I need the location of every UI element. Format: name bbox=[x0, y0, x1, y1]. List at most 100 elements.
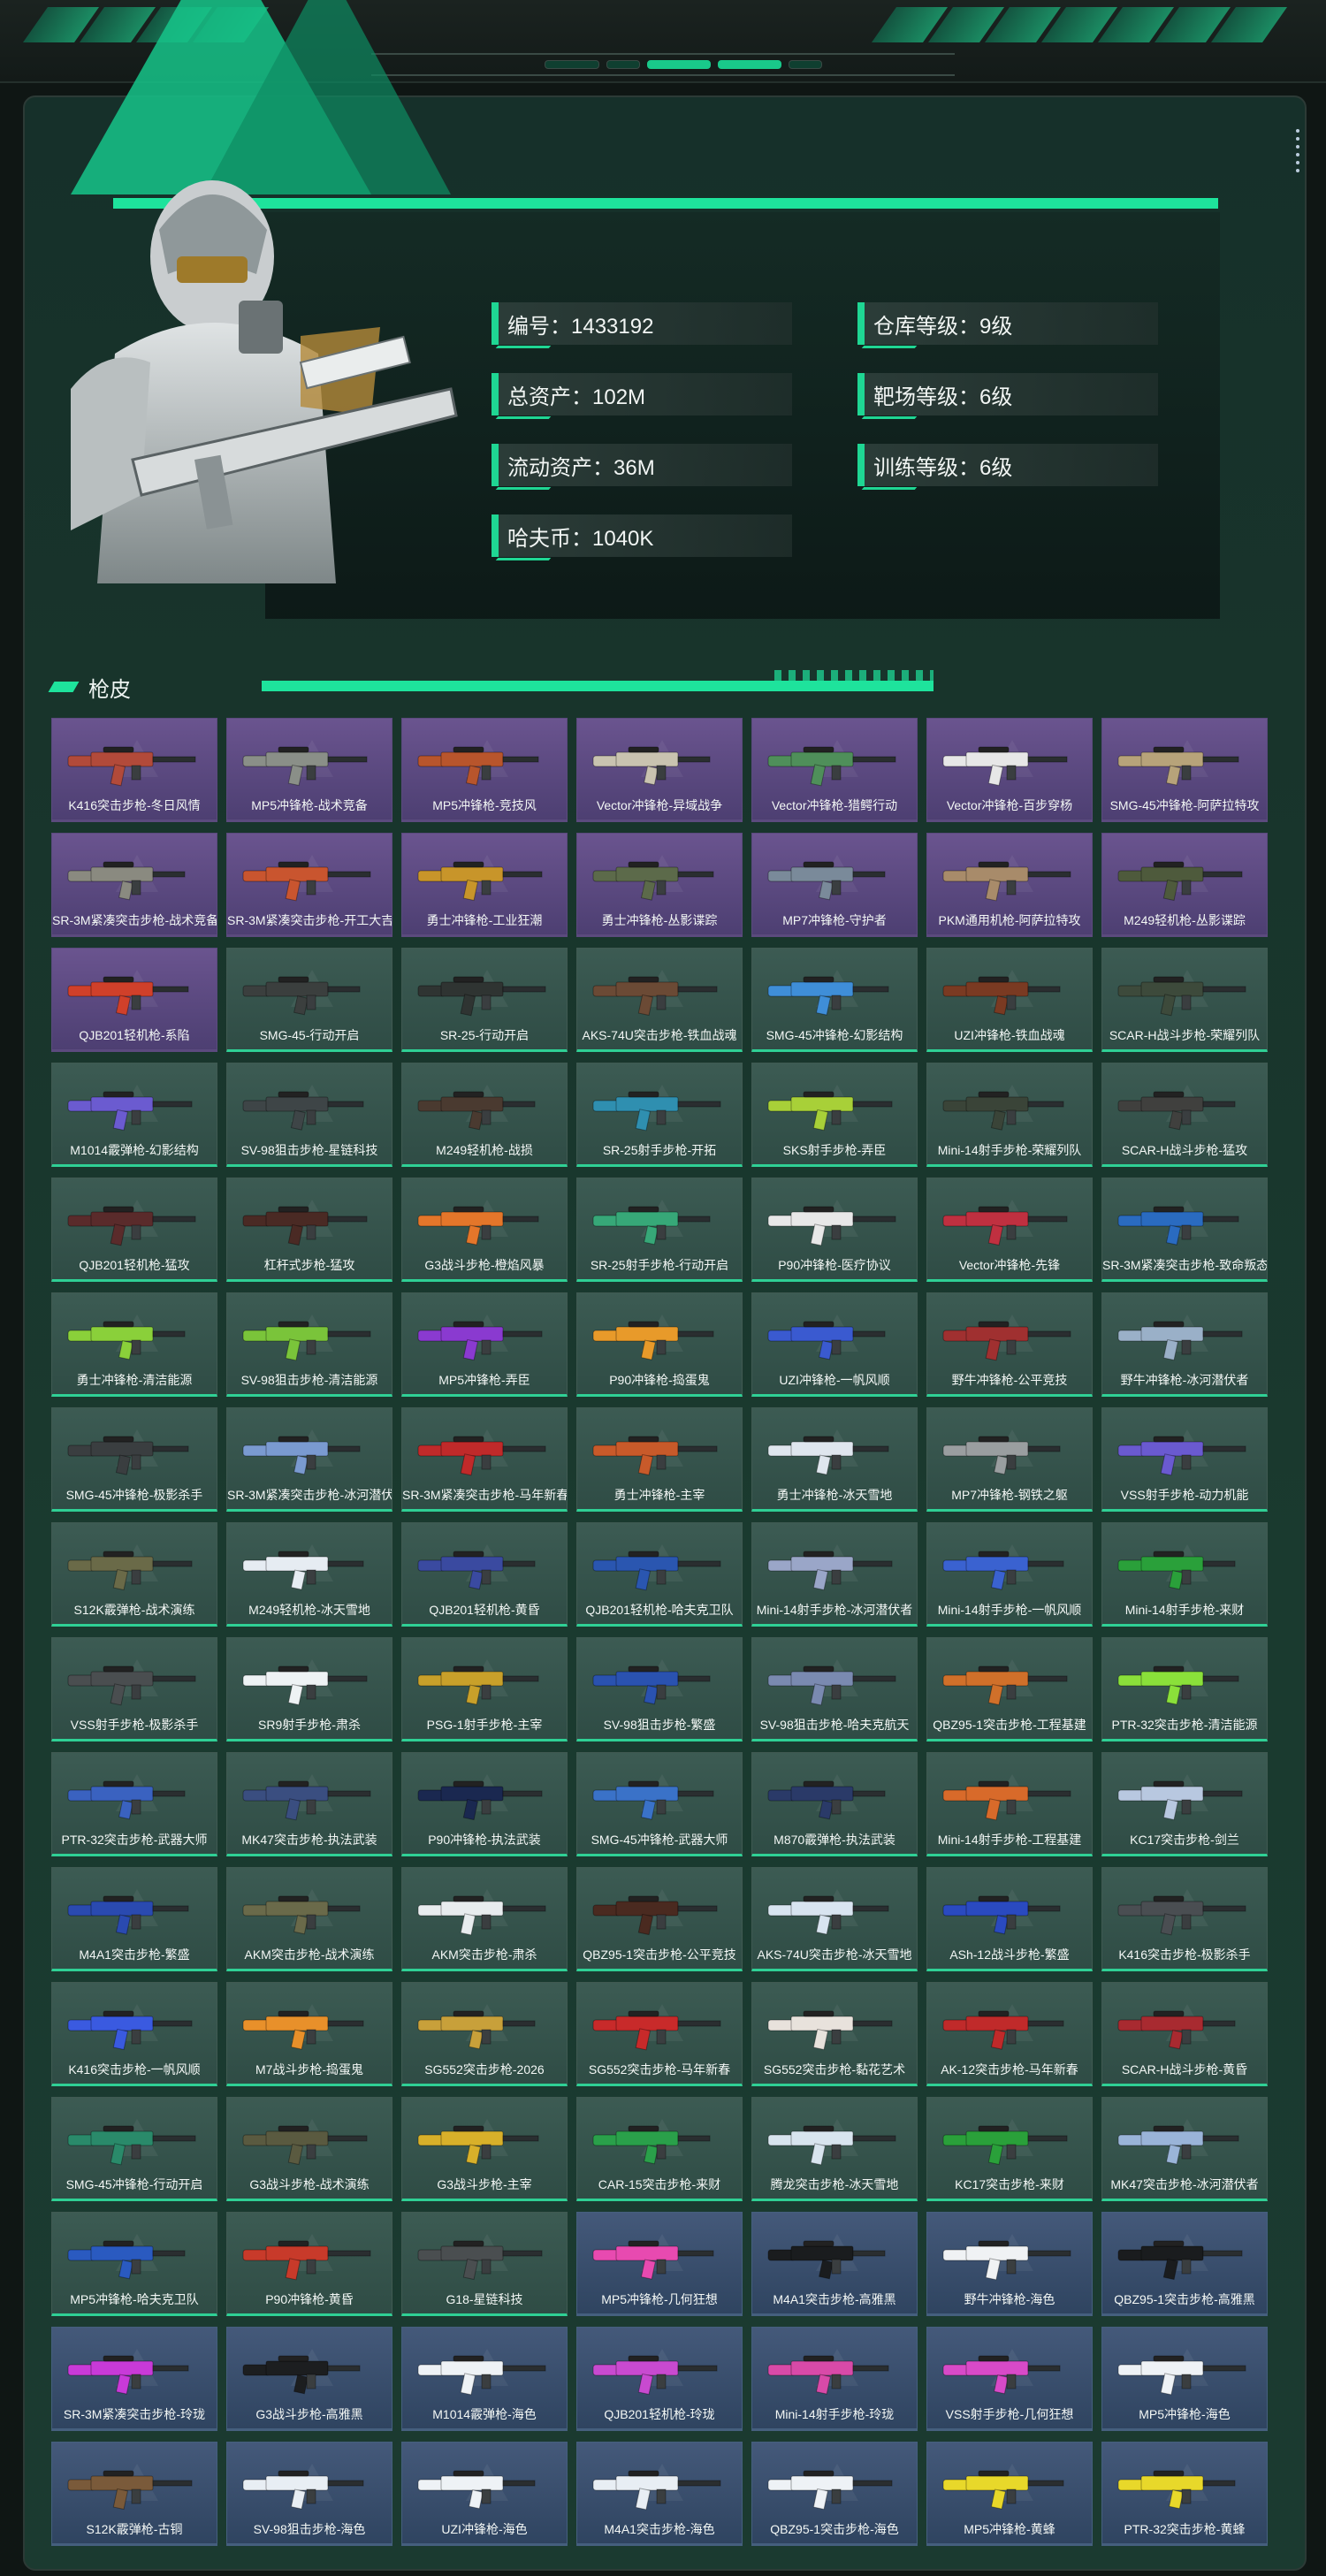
skin-card[interactable]: SR-3M紧凑突击步枪-致命叛态 bbox=[1101, 1177, 1268, 1282]
skin-card[interactable]: 勇士冲锋枪-工业狂潮 bbox=[401, 833, 568, 937]
skin-card[interactable]: S12K霰弹枪-古铜 bbox=[51, 2442, 217, 2546]
skin-card[interactable]: G3战斗步枪-战术演练 bbox=[226, 2097, 392, 2201]
skin-card[interactable]: S12K霰弹枪-战术演练 bbox=[51, 1522, 217, 1627]
skin-card[interactable]: M4A1突击步枪-海色 bbox=[576, 2442, 743, 2546]
skin-card[interactable]: MP7冲锋枪-钢铁之躯 bbox=[926, 1407, 1093, 1512]
skin-card[interactable]: Vector冲锋枪-先锋 bbox=[926, 1177, 1093, 1282]
skin-card[interactable]: M4A1突击步枪-繁盛 bbox=[51, 1867, 217, 1971]
skin-card[interactable]: M1014霰弹枪-幻影结构 bbox=[51, 1063, 217, 1167]
skin-card[interactable]: SMG-45冲锋枪-阿萨拉特攻 bbox=[1101, 718, 1268, 822]
skin-card[interactable]: 野牛冲锋枪-公平竞技 bbox=[926, 1292, 1093, 1397]
skin-card[interactable]: G18-星链科技 bbox=[401, 2212, 568, 2316]
skin-card[interactable]: AK-12突击步枪-马年新春 bbox=[926, 1982, 1093, 2086]
skin-card[interactable]: CAR-15突击步枪-来财 bbox=[576, 2097, 743, 2201]
skin-card[interactable]: 勇士冲锋枪-丛影谍踪 bbox=[576, 833, 743, 937]
skin-card[interactable]: Mini-14射手步枪-工程基建 bbox=[926, 1752, 1093, 1856]
skin-card[interactable]: 腾龙突击步枪-冰天雪地 bbox=[751, 2097, 918, 2201]
skin-card[interactable]: Mini-14射手步枪-来财 bbox=[1101, 1522, 1268, 1627]
skin-card[interactable]: Vector冲锋枪-异域战争 bbox=[576, 718, 743, 822]
skin-card[interactable]: SG552突击步枪-2026 bbox=[401, 1982, 568, 2086]
skin-card[interactable]: MP5冲锋枪-竞技风 bbox=[401, 718, 568, 822]
skin-card[interactable]: MP5冲锋枪-海色 bbox=[1101, 2327, 1268, 2431]
skin-card[interactable]: KC17突击步枪-来财 bbox=[926, 2097, 1093, 2201]
skin-card[interactable]: PTR-32突击步枪-黄蜂 bbox=[1101, 2442, 1268, 2546]
skin-card[interactable]: ASh-12战斗步枪-繁盛 bbox=[926, 1867, 1093, 1971]
skin-card[interactable]: AKS-74U突击步枪-冰天雪地 bbox=[751, 1867, 918, 1971]
skin-card[interactable]: P90冲锋枪-捣蛋鬼 bbox=[576, 1292, 743, 1397]
skin-card[interactable]: QJB201轻机枪-猛攻 bbox=[51, 1177, 217, 1282]
skin-card[interactable]: K416突击步枪-极影杀手 bbox=[1101, 1867, 1268, 1971]
skin-card[interactable]: MP5冲锋枪-弄臣 bbox=[401, 1292, 568, 1397]
skin-card[interactable]: VSS射手步枪-几何狂想 bbox=[926, 2327, 1093, 2431]
skin-card[interactable]: SR-3M紧凑突击步枪-战术竞备 bbox=[51, 833, 217, 937]
skin-card[interactable]: SCAR-H战斗步枪-黄昏 bbox=[1101, 1982, 1268, 2086]
skin-card[interactable]: QBZ95-1突击步枪-公平竞技 bbox=[576, 1867, 743, 1971]
skin-card[interactable]: VSS射手步枪-动力机能 bbox=[1101, 1407, 1268, 1512]
skin-card[interactable]: M249轻机枪-丛影谍踪 bbox=[1101, 833, 1268, 937]
skin-card[interactable]: SR-25-行动开启 bbox=[401, 948, 568, 1052]
skin-card[interactable]: QJB201轻机枪-哈夫克卫队 bbox=[576, 1522, 743, 1627]
skin-card[interactable]: MK47突击步枪-执法武装 bbox=[226, 1752, 392, 1856]
skin-card[interactable]: M870霰弹枪-执法武装 bbox=[751, 1752, 918, 1856]
skin-card[interactable]: SKS射手步枪-弄臣 bbox=[751, 1063, 918, 1167]
skin-card[interactable]: P90冲锋枪-黄昏 bbox=[226, 2212, 392, 2316]
skin-card[interactable]: Mini-14射手步枪-玲珑 bbox=[751, 2327, 918, 2431]
skin-card[interactable]: SR-25射手步枪-开拓 bbox=[576, 1063, 743, 1167]
skin-card[interactable]: SV-98狙击步枪-繁盛 bbox=[576, 1637, 743, 1741]
skin-card[interactable]: SMG-45冲锋枪-幻影结构 bbox=[751, 948, 918, 1052]
skin-card[interactable]: SG552突击步枪-黏花艺术 bbox=[751, 1982, 918, 2086]
skin-card[interactable]: SMG-45-行动开启 bbox=[226, 948, 392, 1052]
skin-card[interactable]: AKM突击步枪-肃杀 bbox=[401, 1867, 568, 1971]
skin-card[interactable]: UZI冲锋枪-一帆风顺 bbox=[751, 1292, 918, 1397]
skin-card[interactable]: MP7冲锋枪-守护者 bbox=[751, 833, 918, 937]
skin-card[interactable]: K416突击步枪-冬日风情 bbox=[51, 718, 217, 822]
skin-card[interactable]: Vector冲锋枪-猎鳄行动 bbox=[751, 718, 918, 822]
skin-card[interactable]: 勇士冲锋枪-冰天雪地 bbox=[751, 1407, 918, 1512]
skin-card[interactable]: Mini-14射手步枪-一帆风顺 bbox=[926, 1522, 1093, 1627]
skin-card[interactable]: MP5冲锋枪-几何狂想 bbox=[576, 2212, 743, 2316]
skin-card[interactable]: MK47突击步枪-冰河潜伏者 bbox=[1101, 2097, 1268, 2201]
skin-card[interactable]: 野牛冲锋枪-冰河潜伏者 bbox=[1101, 1292, 1268, 1397]
skin-card[interactable]: SV-98狙击步枪-星链科技 bbox=[226, 1063, 392, 1167]
skin-card[interactable]: PKM通用机枪-阿萨拉特攻 bbox=[926, 833, 1093, 937]
skin-card[interactable]: QJB201轻机枪-黄昏 bbox=[401, 1522, 568, 1627]
skin-card[interactable]: SR-25射手步枪-行动开启 bbox=[576, 1177, 743, 1282]
skin-card[interactable]: AKM突击步枪-战术演练 bbox=[226, 1867, 392, 1971]
skin-card[interactable]: UZI冲锋枪-海色 bbox=[401, 2442, 568, 2546]
skin-card[interactable]: PTR-32突击步枪-武器大师 bbox=[51, 1752, 217, 1856]
skin-card[interactable]: SMG-45冲锋枪-武器大师 bbox=[576, 1752, 743, 1856]
skin-card[interactable]: KC17突击步枪-剑兰 bbox=[1101, 1752, 1268, 1856]
skin-card[interactable]: QBZ95-1突击步枪-工程基建 bbox=[926, 1637, 1093, 1741]
skin-card[interactable]: SR-3M紧凑突击步枪-开工大吉 bbox=[226, 833, 392, 937]
skin-card[interactable]: MP5冲锋枪-黄蜂 bbox=[926, 2442, 1093, 2546]
skin-card[interactable]: G3战斗步枪-橙焰风暴 bbox=[401, 1177, 568, 1282]
skin-card[interactable]: PTR-32突击步枪-清洁能源 bbox=[1101, 1637, 1268, 1741]
skin-card[interactable]: M1014霰弹枪-海色 bbox=[401, 2327, 568, 2431]
skin-card[interactable]: VSS射手步枪-极影杀手 bbox=[51, 1637, 217, 1741]
skin-card[interactable]: P90冲锋枪-执法武装 bbox=[401, 1752, 568, 1856]
skin-card[interactable]: 勇士冲锋枪-主宰 bbox=[576, 1407, 743, 1512]
skin-card[interactable]: K416突击步枪-一帆风顺 bbox=[51, 1982, 217, 2086]
skin-card[interactable]: Mini-14射手步枪-冰河潜伏者 bbox=[751, 1522, 918, 1627]
skin-card[interactable]: G3战斗步枪-主宰 bbox=[401, 2097, 568, 2201]
skin-card[interactable]: QBZ95-1突击步枪-高雅黑 bbox=[1101, 2212, 1268, 2316]
skin-card[interactable]: M249轻机枪-冰天雪地 bbox=[226, 1522, 392, 1627]
skin-card[interactable]: SR9射手步枪-肃杀 bbox=[226, 1637, 392, 1741]
skin-card[interactable]: Mini-14射手步枪-荣耀列队 bbox=[926, 1063, 1093, 1167]
skin-card[interactable]: AKS-74U突击步枪-铁血战魂 bbox=[576, 948, 743, 1052]
skin-card[interactable]: SV-98狙击步枪-清洁能源 bbox=[226, 1292, 392, 1397]
skin-card[interactable]: QJB201轻机枪-系陷 bbox=[51, 948, 217, 1052]
skin-card[interactable]: SR-3M紧凑突击步枪-马年新春 bbox=[401, 1407, 568, 1512]
skin-card[interactable]: QJB201轻机枪-玲珑 bbox=[576, 2327, 743, 2431]
skin-card[interactable]: SR-3M紧凑突击步枪-冰河潜伏者 bbox=[226, 1407, 392, 1512]
skin-card[interactable]: 野牛冲锋枪-海色 bbox=[926, 2212, 1093, 2316]
skin-card[interactable]: PSG-1射手步枪-主宰 bbox=[401, 1637, 568, 1741]
scroll-indicator[interactable] bbox=[1296, 129, 1299, 172]
skin-card[interactable]: M249轻机枪-战损 bbox=[401, 1063, 568, 1167]
skin-card[interactable]: SV-98狙击步枪-海色 bbox=[226, 2442, 392, 2546]
skin-card[interactable]: SR-3M紧凑突击步枪-玲珑 bbox=[51, 2327, 217, 2431]
skin-card[interactable]: SV-98狙击步枪-哈夫克航天 bbox=[751, 1637, 918, 1741]
skin-card[interactable]: MP5冲锋枪-战术竞备 bbox=[226, 718, 392, 822]
skin-card[interactable]: SMG-45冲锋枪-行动开启 bbox=[51, 2097, 217, 2201]
skin-card[interactable]: 杠杆式步枪-猛攻 bbox=[226, 1177, 392, 1282]
